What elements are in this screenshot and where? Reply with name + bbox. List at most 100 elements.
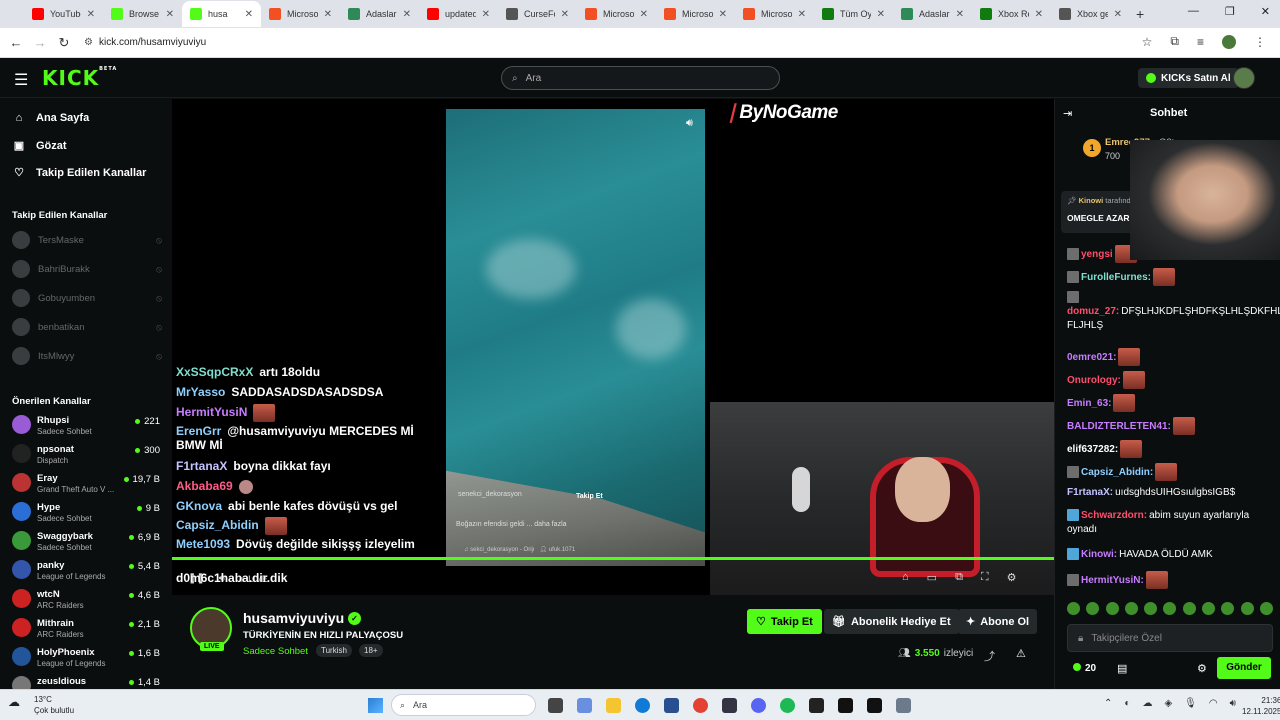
browser-menu-icon[interactable]: ⋮: [1254, 35, 1266, 49]
clock[interactable]: 21:36 12.11.2025: [1242, 695, 1280, 717]
emote-icon[interactable]: [1067, 602, 1080, 615]
recommended-channel[interactable]: wtcN ARC Raiders 4,6 B: [12, 586, 162, 612]
nav-browse[interactable]: ▣ Gözat: [12, 139, 67, 153]
browser-tab[interactable]: CurseFor ✕: [498, 1, 577, 27]
chat-username[interactable]: Kinowi:: [1081, 549, 1117, 560]
url-field[interactable]: kick.com/husamviyuviyu: [99, 37, 206, 48]
recommended-channel[interactable]: Hype Sadece Sohbet 9 B: [12, 499, 162, 525]
clip-icon[interactable]: ⌂: [902, 571, 909, 584]
spotify-icon[interactable]: [780, 698, 795, 713]
follow-button[interactable]: ♡ Takip Et: [747, 609, 822, 634]
chat-username[interactable]: HermitYusiN:: [1081, 575, 1144, 586]
browser-tab[interactable]: Microsof ✕: [261, 1, 340, 27]
reload-button[interactable]: ↻: [52, 35, 76, 51]
taskbar-search[interactable]: ⌕ Ara: [391, 694, 536, 716]
report-icon[interactable]: ⚠: [1016, 647, 1026, 660]
close-tab-icon[interactable]: ✕: [877, 9, 885, 20]
browser-tab[interactable]: Xbox Re ✕: [972, 1, 1051, 27]
buy-kicks-button[interactable]: KICKs Satın Al: [1138, 68, 1239, 88]
edge-icon[interactable]: [635, 698, 650, 713]
chat-username[interactable]: Capsiz_Abidin:: [1081, 467, 1153, 478]
close-tab-icon[interactable]: ✕: [403, 9, 411, 20]
browser-tab[interactable]: Xbox ge ✕: [1051, 1, 1130, 27]
browser-tab[interactable]: Adaslari ✕: [893, 1, 972, 27]
extensions-icon[interactable]: ⧉: [1170, 34, 1179, 49]
video-player[interactable]: 🔊︎ senekci_dekorasyon Takip Et Boğazın e…: [172, 99, 1054, 595]
recommended-channel[interactable]: Eray Grand Theft Auto V ... 19,7 B: [12, 470, 162, 496]
chat-username[interactable]: Emin_63:: [1067, 398, 1111, 409]
close-tab-icon[interactable]: ✕: [561, 9, 569, 20]
chrome-icon[interactable]: [693, 698, 708, 713]
chat-username[interactable]: elif637282:: [1067, 444, 1118, 455]
speaker-icon[interactable]: 🔊︎: [1230, 698, 1236, 709]
pip-icon[interactable]: ⧉: [955, 571, 963, 584]
chat-username[interactable]: BALDIZTERLETEN41:: [1067, 421, 1171, 432]
tray-app-icon[interactable]: ◈: [1164, 698, 1172, 709]
theater-icon[interactable]: ▭: [927, 571, 937, 584]
task-view-icon[interactable]: [548, 698, 563, 713]
file-explorer-icon[interactable]: [606, 698, 621, 713]
followed-channel[interactable]: Gobuyumben ⦸: [12, 289, 162, 307]
tray-app-icon[interactable]: ☁: [1142, 698, 1152, 709]
close-tab-icon[interactable]: ✕: [482, 9, 490, 20]
profile-avatar[interactable]: [1222, 34, 1236, 49]
chat-input[interactable]: 🔒︎ Takipçilere Özel: [1067, 624, 1273, 652]
browser-tab[interactable]: Microsof ✕: [656, 1, 735, 27]
settings-app-icon[interactable]: [896, 698, 911, 713]
send-button[interactable]: Gönder: [1217, 657, 1271, 679]
kick-logo[interactable]: KICKBETA: [42, 66, 117, 90]
tag-language[interactable]: Turkish: [316, 644, 352, 657]
emote-icon[interactable]: [1163, 602, 1177, 615]
chat-username[interactable]: F1rtanaX:: [1067, 487, 1113, 498]
close-tab-icon[interactable]: ✕: [87, 9, 95, 20]
settings-icon[interactable]: ⚙: [1007, 571, 1017, 584]
close-tab-icon[interactable]: ✕: [245, 9, 253, 20]
close-tab-icon[interactable]: ✕: [719, 9, 727, 20]
bookmark-star-icon[interactable]: ☆: [1142, 35, 1153, 49]
recommended-channel[interactable]: Mithrain ARC Raiders 2,1 B: [12, 615, 162, 641]
close-tab-icon[interactable]: ✕: [1114, 9, 1122, 20]
app-icon[interactable]: [722, 698, 737, 713]
chat-username[interactable]: Schwarzdorn:: [1081, 510, 1147, 521]
close-tab-icon[interactable]: ✕: [1035, 9, 1043, 20]
collapse-chat-icon[interactable]: ⇥: [1063, 107, 1072, 120]
recommended-channel[interactable]: panky League of Legends 5,4 B: [12, 557, 162, 583]
browser-tab[interactable]: Microsof ✕: [735, 1, 814, 27]
store-app-icon[interactable]: [664, 698, 679, 713]
app-icon[interactable]: [809, 698, 824, 713]
emote-icon[interactable]: [1221, 602, 1235, 615]
fullscreen-icon[interactable]: ⛶: [981, 571, 989, 584]
share-icon[interactable]: ⤴: [984, 648, 995, 664]
tag-age[interactable]: 18+: [359, 644, 383, 657]
stream-category[interactable]: Sadece Sohbet: [243, 646, 308, 657]
chat-username[interactable]: domuz_27:: [1067, 306, 1119, 317]
discord-icon[interactable]: [751, 698, 766, 713]
nav-following[interactable]: ♡ Takip Edilen Kanallar: [12, 166, 146, 180]
store-icon[interactable]: ▤: [1117, 662, 1127, 675]
emote-icon[interactable]: [1259, 602, 1273, 615]
copilot-icon[interactable]: [577, 698, 592, 713]
close-tab-icon[interactable]: ✕: [166, 9, 174, 20]
browser-tab[interactable]: Tüm Oy ✕: [814, 1, 893, 27]
new-tab-button[interactable]: +: [1136, 6, 1144, 22]
app-icon[interactable]: [867, 698, 882, 713]
recommended-channel[interactable]: Rhupsi Sadece Sohbet 221: [12, 412, 162, 438]
minimize-button[interactable]: —: [1188, 5, 1199, 18]
browser-tab[interactable]: Browse ✕: [103, 1, 182, 27]
user-avatar[interactable]: [1233, 67, 1255, 89]
followed-channel[interactable]: ItsMlwyy ⦸: [12, 347, 162, 365]
wifi-icon[interactable]: ◠: [1209, 698, 1218, 709]
site-info-icon[interactable]: ⚙: [84, 37, 93, 48]
close-window-button[interactable]: ✕: [1261, 5, 1270, 18]
back-button[interactable]: ←: [4, 35, 28, 50]
close-tab-icon[interactable]: ✕: [640, 9, 648, 20]
close-tab-icon[interactable]: ✕: [798, 9, 806, 20]
emote-icon[interactable]: [1086, 602, 1100, 615]
close-tab-icon[interactable]: ✕: [956, 9, 964, 20]
microphone-icon[interactable]: 🎙︎: [1184, 698, 1197, 709]
gift-sub-button[interactable]: 🎁︎ Abonelik Hediye Et: [824, 609, 959, 634]
browser-tab[interactable]: updated ✕: [419, 1, 498, 27]
recommended-channel[interactable]: HolyPhoenix League of Legends 1,6 B: [12, 644, 162, 670]
browser-tab[interactable]: YouTube ✕: [24, 1, 103, 27]
browser-tab[interactable]: Adaslari ✕: [340, 1, 419, 27]
